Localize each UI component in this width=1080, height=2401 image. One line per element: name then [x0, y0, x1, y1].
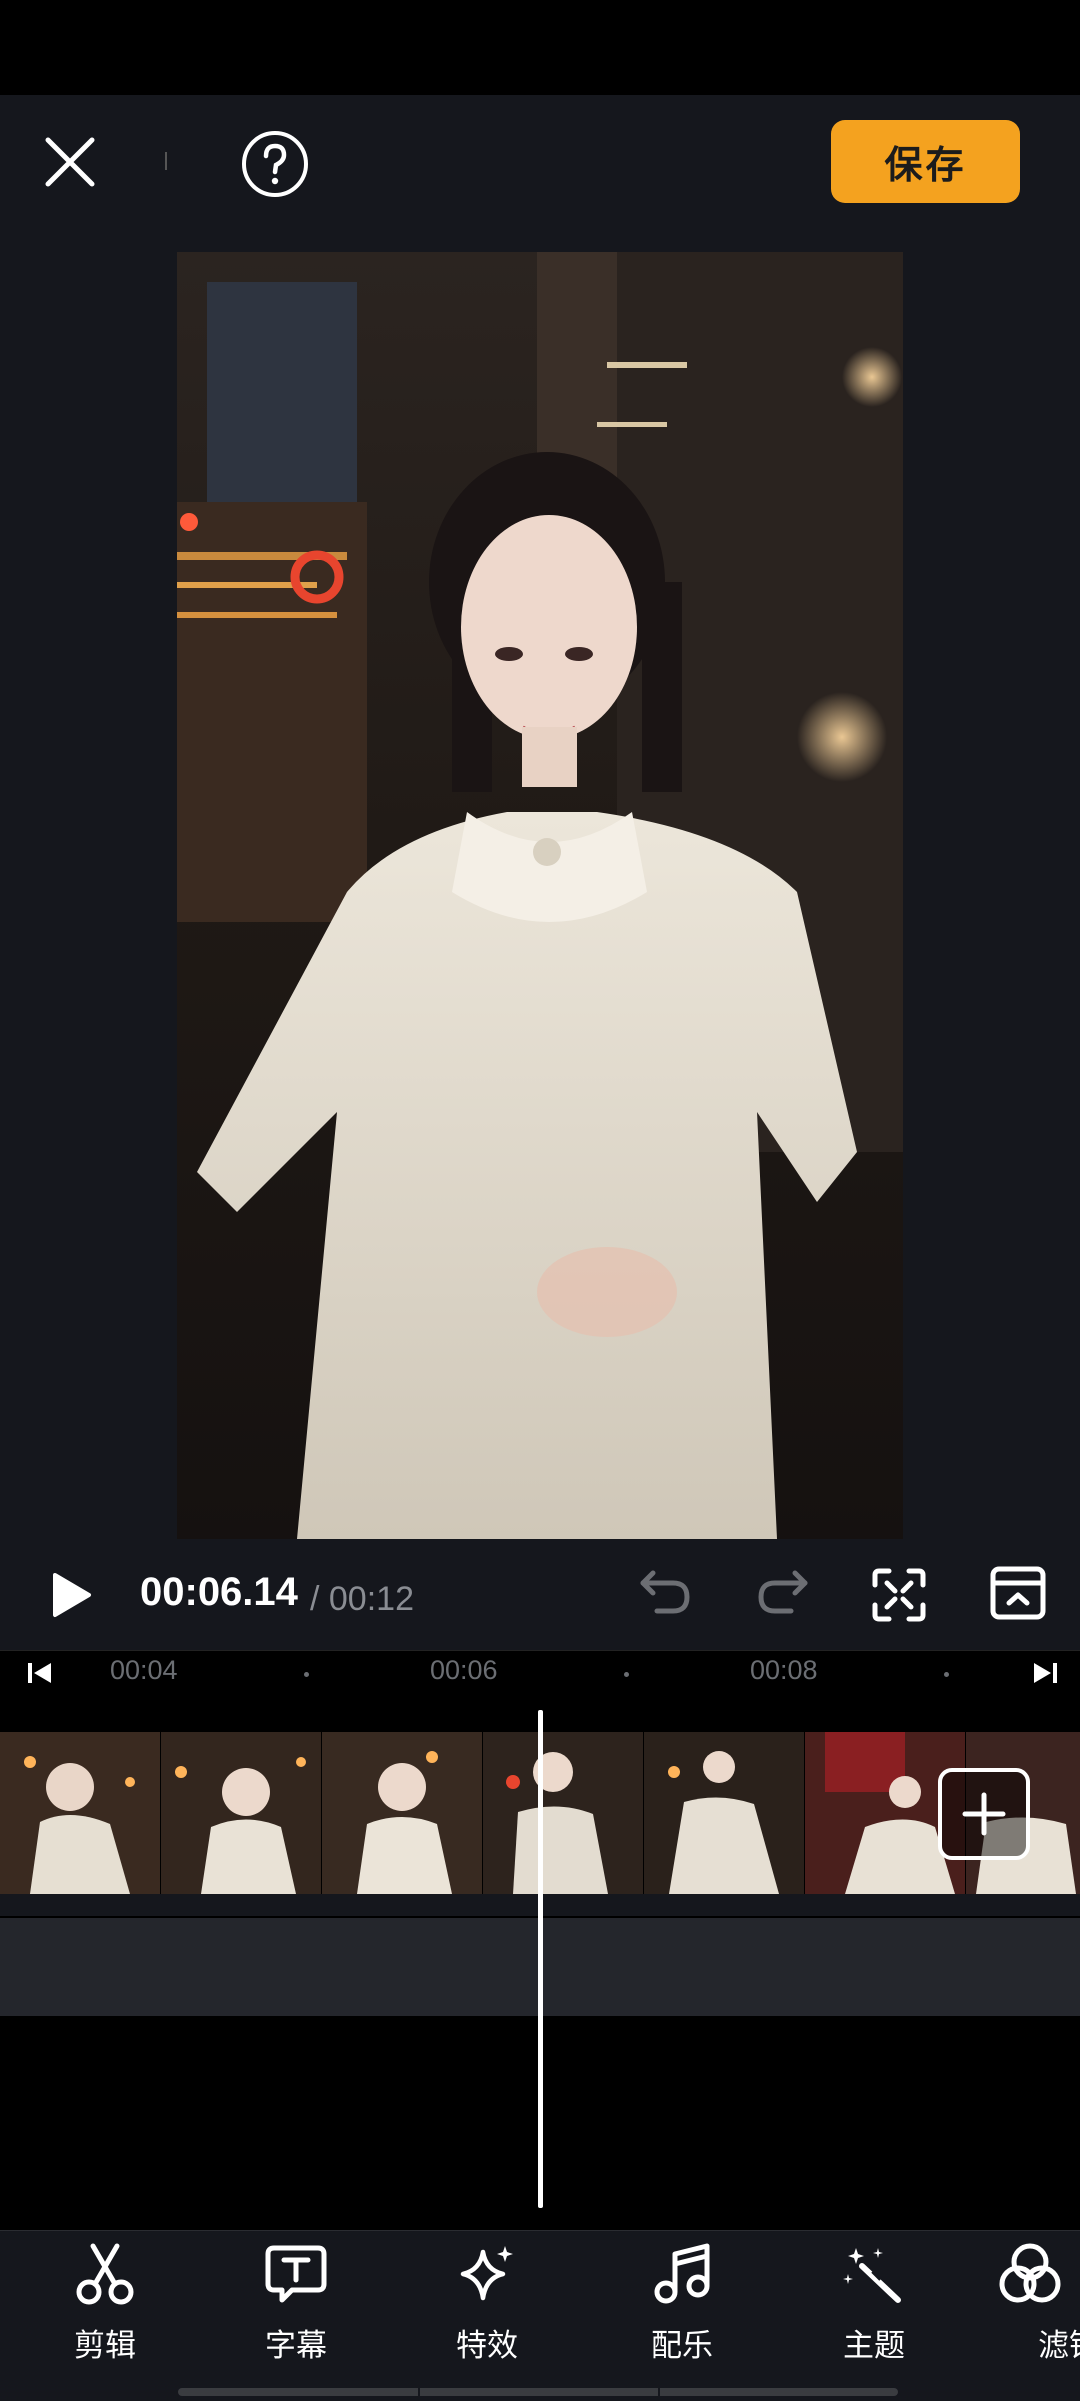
clip-thumbnail[interactable] [483, 1732, 643, 1894]
close-icon [45, 137, 95, 187]
playhead[interactable] [538, 1710, 543, 2208]
redo-button[interactable] [748, 1565, 818, 1625]
total-duration: / 00:12 [310, 1580, 414, 1618]
tool-label: 特效 [456, 2328, 518, 2363]
header-divider [165, 152, 167, 170]
clip-thumbnail[interactable] [644, 1732, 804, 1894]
tool-filter[interactable]: 滤镜 [990, 2242, 1080, 2365]
fullscreen-button[interactable] [866, 1562, 932, 1628]
magic-wand-icon [843, 2248, 901, 2303]
timeline-tick: 00:08 [750, 1655, 818, 1685]
toolbar-scrollbar[interactable] [178, 2388, 898, 2396]
sparkle-icon [460, 2246, 513, 2301]
timeline-tick: 00:04 [110, 1655, 178, 1685]
scrollbar-divider [418, 2388, 420, 2396]
tool-label: 滤镜 [1038, 2328, 1080, 2363]
tool-subtitle[interactable]: 字幕 [231, 2242, 361, 2365]
timeline-tick-dot [304, 1672, 309, 1677]
timeline-tick: 00:06 [430, 1655, 498, 1685]
play-button[interactable] [40, 1565, 100, 1625]
timeline-tick-dot [624, 1672, 629, 1677]
panel-icon [990, 1566, 1046, 1620]
undo-button[interactable] [630, 1565, 700, 1625]
collapse-panel-button[interactable] [983, 1560, 1053, 1626]
scissors-icon [76, 2243, 134, 2305]
filter-icon [999, 2243, 1061, 2303]
tool-label: 主题 [843, 2328, 905, 2363]
help-icon [242, 131, 308, 197]
clip-thumbnail[interactable] [0, 1732, 160, 1894]
clip-thumbnail[interactable] [322, 1732, 482, 1894]
skip-to-start-button[interactable] [20, 1658, 60, 1688]
redo-icon [758, 1570, 808, 1614]
timeline-tick-dot [944, 1672, 949, 1677]
tool-label: 配乐 [651, 2328, 713, 2363]
text-icon [265, 2245, 327, 2303]
tool-cut[interactable]: 剪辑 [40, 2242, 170, 2365]
skip-start-icon [28, 1663, 51, 1683]
tool-theme[interactable]: 主题 [809, 2242, 939, 2365]
close-button[interactable] [30, 122, 110, 202]
clip-thumbnail[interactable] [161, 1732, 321, 1894]
tool-label: 剪辑 [74, 2328, 136, 2363]
undo-icon [640, 1570, 690, 1614]
scrollbar-divider [658, 2388, 660, 2396]
tool-label: 字幕 [265, 2328, 327, 2363]
music-note-icon [654, 2243, 710, 2304]
video-preview[interactable] [177, 252, 903, 1539]
play-icon [53, 1573, 91, 1617]
add-clip-button[interactable] [938, 1768, 1030, 1860]
tool-music[interactable]: 配乐 [617, 2242, 747, 2365]
plus-icon [962, 1792, 1006, 1836]
skip-to-end-button[interactable] [1025, 1658, 1065, 1688]
tool-effects[interactable]: 特效 [422, 2242, 552, 2365]
help-button[interactable] [238, 127, 312, 201]
current-time: 00:06.14 [140, 1570, 298, 1614]
status-bar [0, 0, 1080, 95]
video-frame-image [177, 252, 903, 1539]
fullscreen-icon [872, 1568, 926, 1622]
skip-end-icon [1034, 1663, 1057, 1683]
save-button[interactable]: 保存 [831, 120, 1020, 203]
